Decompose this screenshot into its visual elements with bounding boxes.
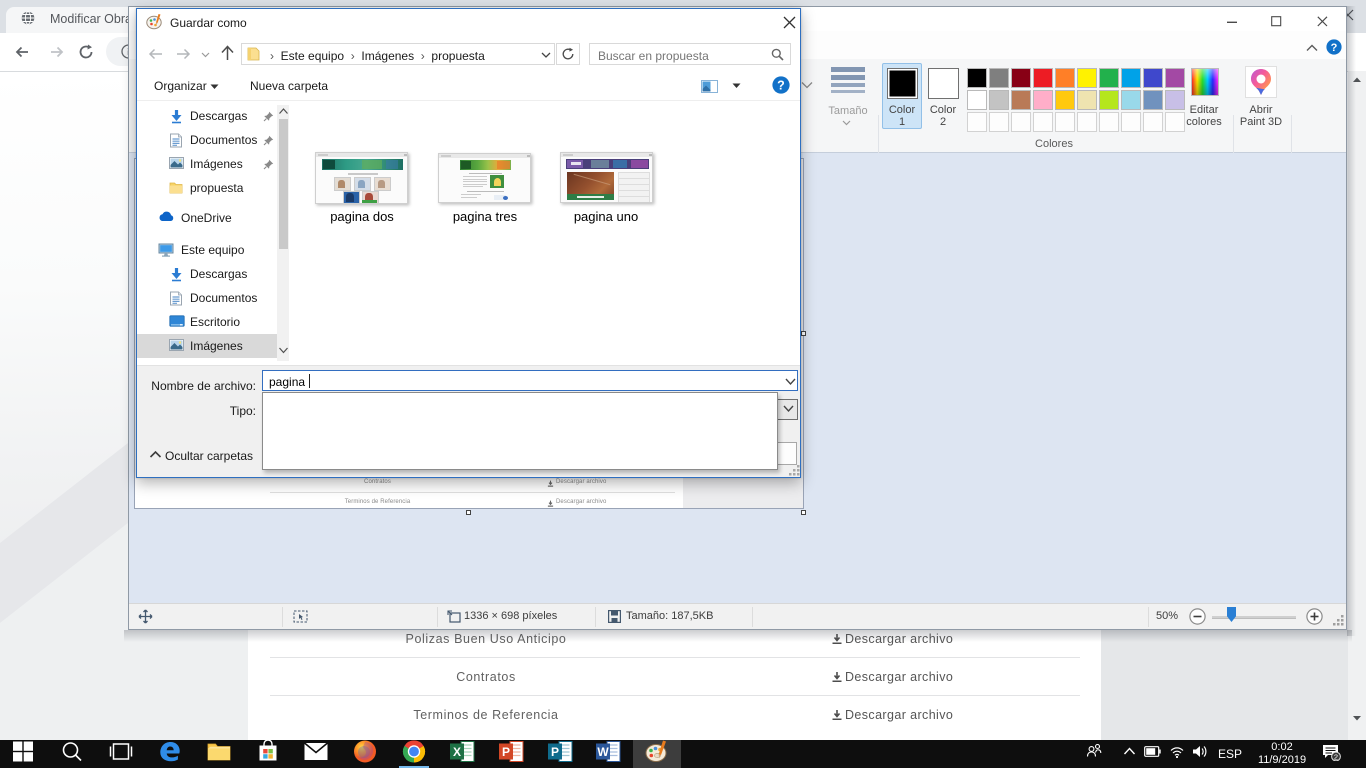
svg-text:2: 2 — [1334, 752, 1338, 761]
svg-text:P: P — [551, 745, 559, 759]
svg-text:W: W — [597, 745, 609, 759]
svg-text:?: ? — [1331, 42, 1338, 54]
svg-text:?: ? — [777, 79, 785, 93]
svg-text:P: P — [502, 745, 510, 759]
svg-text:X: X — [453, 745, 461, 759]
